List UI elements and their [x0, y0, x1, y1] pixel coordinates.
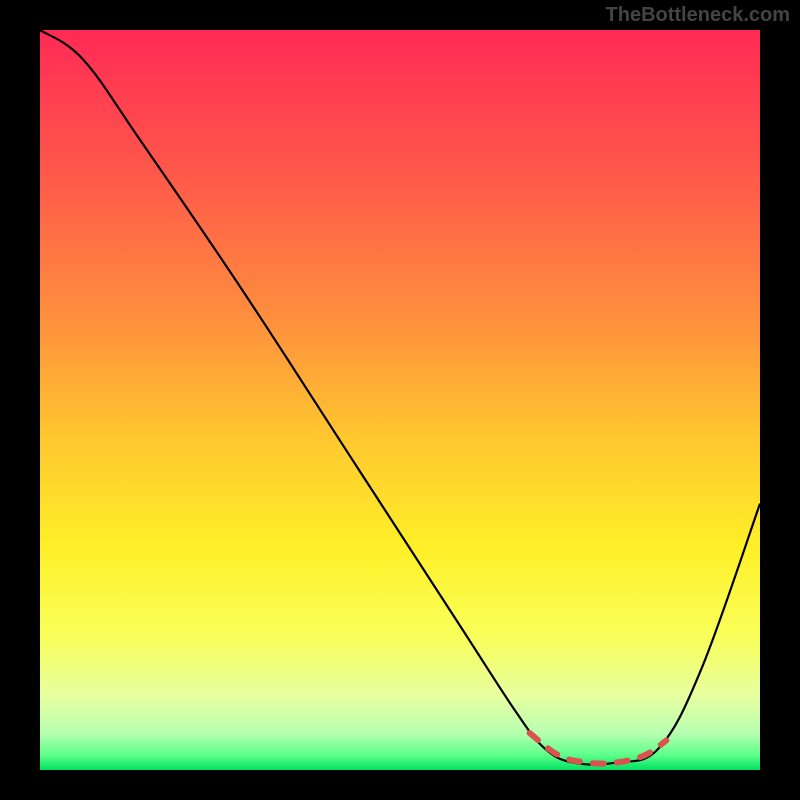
chart-curve-layer: [40, 30, 760, 770]
watermark: TheBottleneck.com: [606, 4, 790, 27]
bottleneck-curve: [40, 30, 760, 765]
chart-plot-area: [40, 30, 760, 770]
